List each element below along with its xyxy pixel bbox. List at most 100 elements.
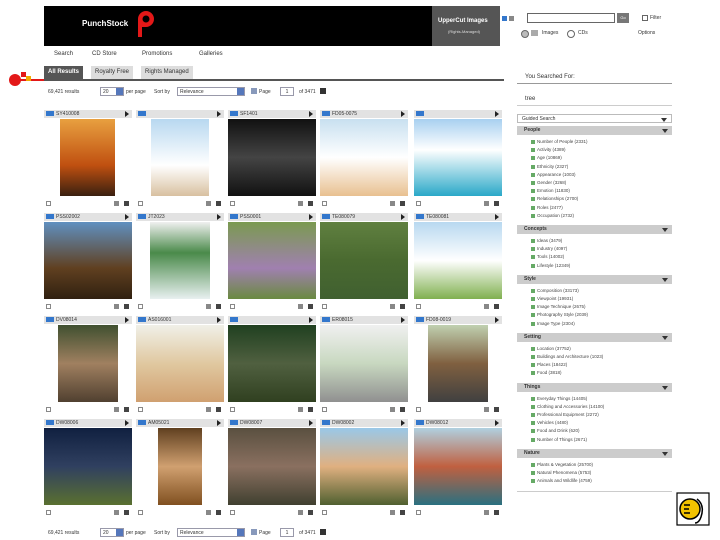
result-thumbnail[interactable] (228, 222, 316, 299)
result-tile[interactable]: FD05-0075 (320, 110, 408, 210)
facet-group-header[interactable]: Style (517, 274, 672, 284)
facet-link[interactable]: Lifestyle (12349) (530, 263, 570, 268)
lightbox-icon[interactable] (46, 201, 51, 206)
expand-arrow-icon[interactable] (125, 214, 129, 220)
details-icon[interactable] (216, 407, 221, 412)
result-thumbnail[interactable] (228, 428, 316, 505)
lightbox-icon[interactable] (138, 304, 143, 309)
nav-search[interactable]: Search (54, 51, 73, 57)
facet-link[interactable]: Composition (33173) (531, 288, 579, 293)
cart-icon[interactable] (484, 407, 489, 412)
facet-link[interactable]: Roles (2477) (531, 205, 563, 210)
nav-cd-store[interactable]: CD Store (92, 51, 117, 57)
facet-link[interactable]: Appearance (1003) (531, 172, 576, 177)
result-tile[interactable]: AM05021 (136, 419, 224, 519)
result-thumbnail[interactable] (158, 428, 202, 505)
facet-link[interactable]: Vehicles (4480) (530, 420, 568, 426)
result-thumbnail[interactable] (414, 222, 502, 299)
expand-arrow-icon[interactable] (401, 317, 405, 323)
next-page-icon[interactable] (320, 88, 326, 94)
result-thumbnail[interactable] (44, 428, 132, 505)
filter-checkbox[interactable] (642, 15, 648, 21)
expand-arrow-icon[interactable] (495, 317, 499, 323)
nav-galleries[interactable]: Galleries (199, 51, 223, 57)
facet-group-header[interactable]: Nature (517, 448, 672, 458)
facet-link[interactable]: Food and Drink (620) (531, 428, 580, 434)
details-icon[interactable] (124, 407, 129, 412)
facet-link[interactable]: Natural Phenomena (5753) (530, 470, 591, 475)
lightbox-icon[interactable] (138, 510, 143, 515)
expand-arrow-icon[interactable] (401, 111, 405, 117)
expand-arrow-icon[interactable] (217, 111, 221, 117)
cds-radio[interactable] (567, 30, 575, 38)
facet-link[interactable]: Age (10869) (531, 155, 562, 161)
facet-link[interactable]: Industry (4097) (530, 246, 567, 252)
lightbox-icon[interactable] (322, 407, 327, 412)
details-icon[interactable] (308, 407, 313, 412)
facet-link[interactable]: Location (37752) (531, 346, 571, 351)
result-thumbnail[interactable] (58, 325, 118, 402)
brand-logo-text[interactable]: PunchStock (82, 19, 128, 28)
lightbox-icon[interactable] (230, 407, 235, 412)
result-tile[interactable]: ER08015 (320, 316, 408, 416)
facet-link[interactable]: Photography Style (2039) (530, 312, 588, 318)
facet-group-header[interactable]: Things (517, 382, 672, 392)
result-tile[interactable]: DW08006 (44, 419, 132, 519)
facet-link[interactable]: Gender (3268) (530, 180, 566, 185)
details-icon[interactable] (400, 304, 405, 309)
result-thumbnail[interactable] (320, 428, 408, 505)
facet-link[interactable]: Plants & Vegetation (25700) (530, 462, 593, 467)
facet-link[interactable]: Number of Things (2671) (531, 437, 587, 442)
facet-link[interactable]: Number of People (2331) (531, 139, 588, 144)
facet-link[interactable]: Ideas (3479) (530, 238, 562, 243)
cart-icon[interactable] (206, 407, 211, 412)
details-icon[interactable] (308, 201, 313, 206)
result-thumbnail[interactable] (136, 325, 224, 402)
guided-search-header[interactable]: Guided Search (517, 114, 672, 123)
result-thumbnail[interactable] (151, 119, 209, 196)
result-thumbnail[interactable] (428, 325, 488, 402)
cart-icon[interactable] (206, 510, 211, 515)
result-tile[interactable] (414, 110, 502, 210)
details-icon[interactable] (494, 201, 499, 206)
lightbox-icon[interactable] (138, 407, 143, 412)
lightbox-icon[interactable] (322, 201, 327, 206)
cart-icon[interactable] (298, 201, 303, 206)
per-page-select[interactable]: 20 (100, 528, 124, 537)
result-tile[interactable]: DV08014 (44, 316, 132, 416)
facet-link[interactable]: Image Technique (2675) (530, 304, 585, 310)
expand-arrow-icon[interactable] (217, 420, 221, 426)
details-icon[interactable] (216, 510, 221, 515)
facet-group-header[interactable]: Setting (517, 332, 672, 342)
tab-royalty-free[interactable]: Royalty Free (91, 66, 134, 79)
lightbox-icon[interactable] (46, 510, 51, 515)
lightbox-icon[interactable] (416, 201, 421, 206)
expand-arrow-icon[interactable] (309, 214, 313, 220)
result-tile[interactable]: DW08012 (414, 419, 502, 519)
cart-icon[interactable] (298, 510, 303, 515)
expand-arrow-icon[interactable] (309, 111, 313, 117)
details-icon[interactable] (308, 304, 313, 309)
lightbox-icon[interactable] (230, 510, 235, 515)
sort-select[interactable]: Relevance (177, 87, 245, 96)
result-tile[interactable]: DW08007 (228, 419, 316, 519)
cart-icon[interactable] (298, 304, 303, 309)
lightbox-icon[interactable] (138, 201, 143, 206)
lightbox-icon[interactable] (46, 407, 51, 412)
cart-icon[interactable] (114, 304, 119, 309)
facet-link[interactable]: Emotion (11830) (531, 188, 570, 194)
result-tile[interactable]: FD08-0019 (414, 316, 502, 416)
cart-icon[interactable] (484, 304, 489, 309)
cart-icon[interactable] (390, 407, 395, 412)
images-radio[interactable] (521, 30, 529, 38)
result-tile[interactable]: SY410008 (44, 110, 132, 210)
cart-icon[interactable] (206, 201, 211, 206)
details-icon[interactable] (216, 201, 221, 206)
result-thumbnail[interactable] (320, 119, 408, 196)
tab-rights-managed[interactable]: Rights Managed (141, 66, 193, 79)
cart-icon[interactable] (114, 407, 119, 412)
nav-promotions[interactable]: Promotions (142, 51, 172, 57)
cart-icon[interactable] (390, 510, 395, 515)
cart-icon[interactable] (114, 510, 119, 515)
next-page-icon[interactable] (320, 529, 326, 535)
